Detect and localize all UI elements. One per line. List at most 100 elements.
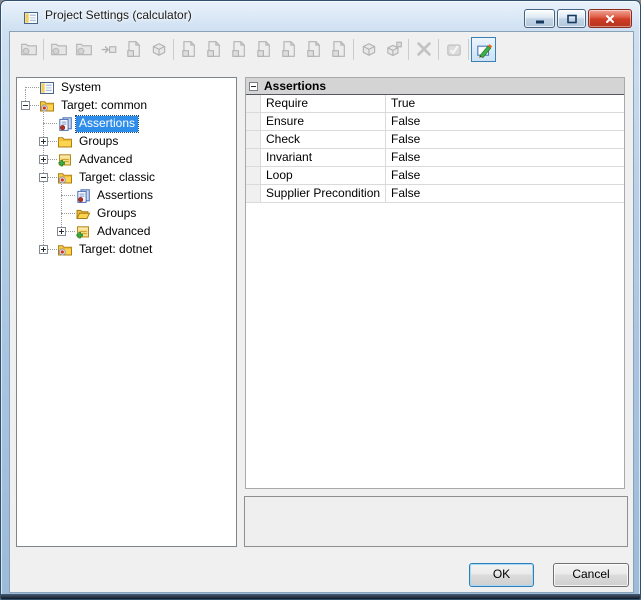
link-icon[interactable] — [96, 37, 121, 62]
tree-item-label: Assertions — [94, 188, 156, 204]
folder-icon — [57, 134, 73, 150]
minimize-icon — [533, 12, 547, 26]
collapse-group-button[interactable] — [249, 82, 258, 91]
close-button[interactable] — [588, 9, 632, 28]
property-row-gutter — [246, 167, 261, 184]
advanced-icon — [57, 152, 73, 168]
document-5-icon[interactable] — [276, 37, 301, 62]
folder-media-icon[interactable] — [16, 37, 41, 62]
cube-add-icon[interactable] — [381, 37, 406, 62]
tree-item-target-dotnet[interactable]: Target: dotnet — [17, 241, 236, 259]
property-value[interactable]: False — [386, 167, 624, 184]
property-name: Require — [261, 95, 386, 112]
tree-item-groups[interactable]: Groups — [17, 133, 236, 151]
settings-tree: SystemTarget: commonAssertionsGroupsAdva… — [16, 77, 237, 547]
tree-item-groups[interactable]: Groups — [17, 205, 236, 223]
project-settings-window: Project Settings (calculator) System Targ… — [0, 0, 641, 600]
tree-item-label: Target: classic — [76, 170, 158, 186]
tree-item-advanced[interactable]: Advanced — [17, 151, 236, 169]
property-value[interactable]: True — [386, 95, 624, 112]
property-row-gutter — [246, 185, 261, 202]
check-edit-icon[interactable] — [441, 37, 466, 62]
toolbar-separator — [468, 39, 469, 60]
target-icon — [57, 242, 73, 258]
property-value[interactable]: False — [386, 149, 624, 166]
property-group-header: Assertions — [246, 78, 624, 95]
maximize-icon — [565, 12, 579, 26]
property-name: Ensure — [261, 113, 386, 130]
tree-connector — [61, 195, 75, 196]
document-3-icon[interactable] — [226, 37, 251, 62]
cube-icon[interactable] — [356, 37, 381, 62]
description-panel — [244, 496, 628, 547]
toolbar-separator — [408, 39, 409, 60]
minimize-button[interactable] — [524, 9, 555, 28]
assertions-icon — [75, 188, 91, 204]
document-2-icon[interactable] — [201, 37, 226, 62]
target-icon — [57, 170, 73, 186]
maximize-button[interactable] — [557, 9, 586, 28]
edit-pencil-icon[interactable] — [471, 37, 496, 62]
tree-item-target-classic[interactable]: Target: classic — [17, 169, 236, 187]
property-row[interactable]: CheckFalse — [246, 131, 624, 149]
property-row[interactable]: Supplier PreconditionFalse — [246, 185, 624, 203]
folderOpen-icon — [75, 206, 91, 222]
property-row-gutter — [246, 149, 261, 166]
document-1-icon[interactable] — [176, 37, 201, 62]
document-4-icon[interactable] — [251, 37, 276, 62]
tree-item-advanced[interactable]: Advanced — [17, 223, 236, 241]
property-name: Loop — [261, 167, 386, 184]
expand-expander[interactable] — [57, 227, 66, 236]
expand-expander[interactable] — [39, 155, 48, 164]
property-name: Supplier Precondition — [261, 185, 386, 202]
expand-expander[interactable] — [39, 245, 48, 254]
tree-item-label: Advanced — [94, 224, 153, 240]
tree-item-label: Target: dotnet — [76, 242, 155, 258]
folder-icon[interactable] — [46, 37, 71, 62]
property-row-gutter — [246, 95, 261, 112]
tree-item-label: Groups — [94, 206, 139, 222]
tree-item-label: Advanced — [76, 152, 135, 168]
delete-icon[interactable] — [411, 37, 436, 62]
toolbar-separator — [353, 39, 354, 60]
ok-button[interactable]: OK — [469, 563, 534, 587]
tree-connector — [43, 123, 57, 124]
property-row[interactable]: EnsureFalse — [246, 113, 624, 131]
toolbar-separator — [438, 39, 439, 60]
property-value[interactable]: False — [386, 113, 624, 130]
property-value[interactable]: False — [386, 185, 624, 202]
archive-icon[interactable] — [121, 37, 146, 62]
property-name: Check — [261, 131, 386, 148]
property-row[interactable]: LoopFalse — [246, 167, 624, 185]
collapse-expander[interactable] — [21, 101, 30, 110]
titlebar[interactable]: Project Settings (calculator) — [1, 1, 640, 31]
collapse-expander[interactable] — [39, 173, 48, 182]
dialog-client-area: SystemTarget: commonAssertionsGroupsAdva… — [9, 31, 634, 593]
property-group-title: Assertions — [264, 79, 326, 93]
assertions-icon — [57, 116, 73, 132]
app-icon — [23, 10, 39, 26]
property-row[interactable]: InvariantFalse — [246, 149, 624, 167]
tree-item-system[interactable]: System — [17, 79, 236, 97]
tree-item-assertions[interactable]: Assertions — [17, 115, 236, 133]
system-icon — [39, 80, 55, 96]
toolbar-separator — [173, 39, 174, 60]
expand-expander[interactable] — [39, 137, 48, 146]
cancel-button[interactable]: Cancel — [553, 563, 629, 587]
tree-item-label: System — [58, 80, 104, 96]
document-7-icon[interactable] — [326, 37, 351, 62]
tree-connector — [25, 87, 39, 88]
tree-item-label: Target: common — [58, 98, 150, 114]
close-icon — [602, 12, 618, 26]
property-value[interactable]: False — [386, 131, 624, 148]
tree-item-assertions[interactable]: Assertions — [17, 187, 236, 205]
document-6-icon[interactable] — [301, 37, 326, 62]
toolbar — [16, 35, 496, 63]
package-icon[interactable] — [146, 37, 171, 62]
property-row[interactable]: RequireTrue — [246, 95, 624, 113]
folder-badge-icon[interactable] — [71, 37, 96, 62]
tree-connector — [61, 213, 75, 214]
tree-item-target-common[interactable]: Target: common — [17, 97, 236, 115]
advanced-icon — [75, 224, 91, 240]
window-bottom-border — [1, 594, 640, 599]
